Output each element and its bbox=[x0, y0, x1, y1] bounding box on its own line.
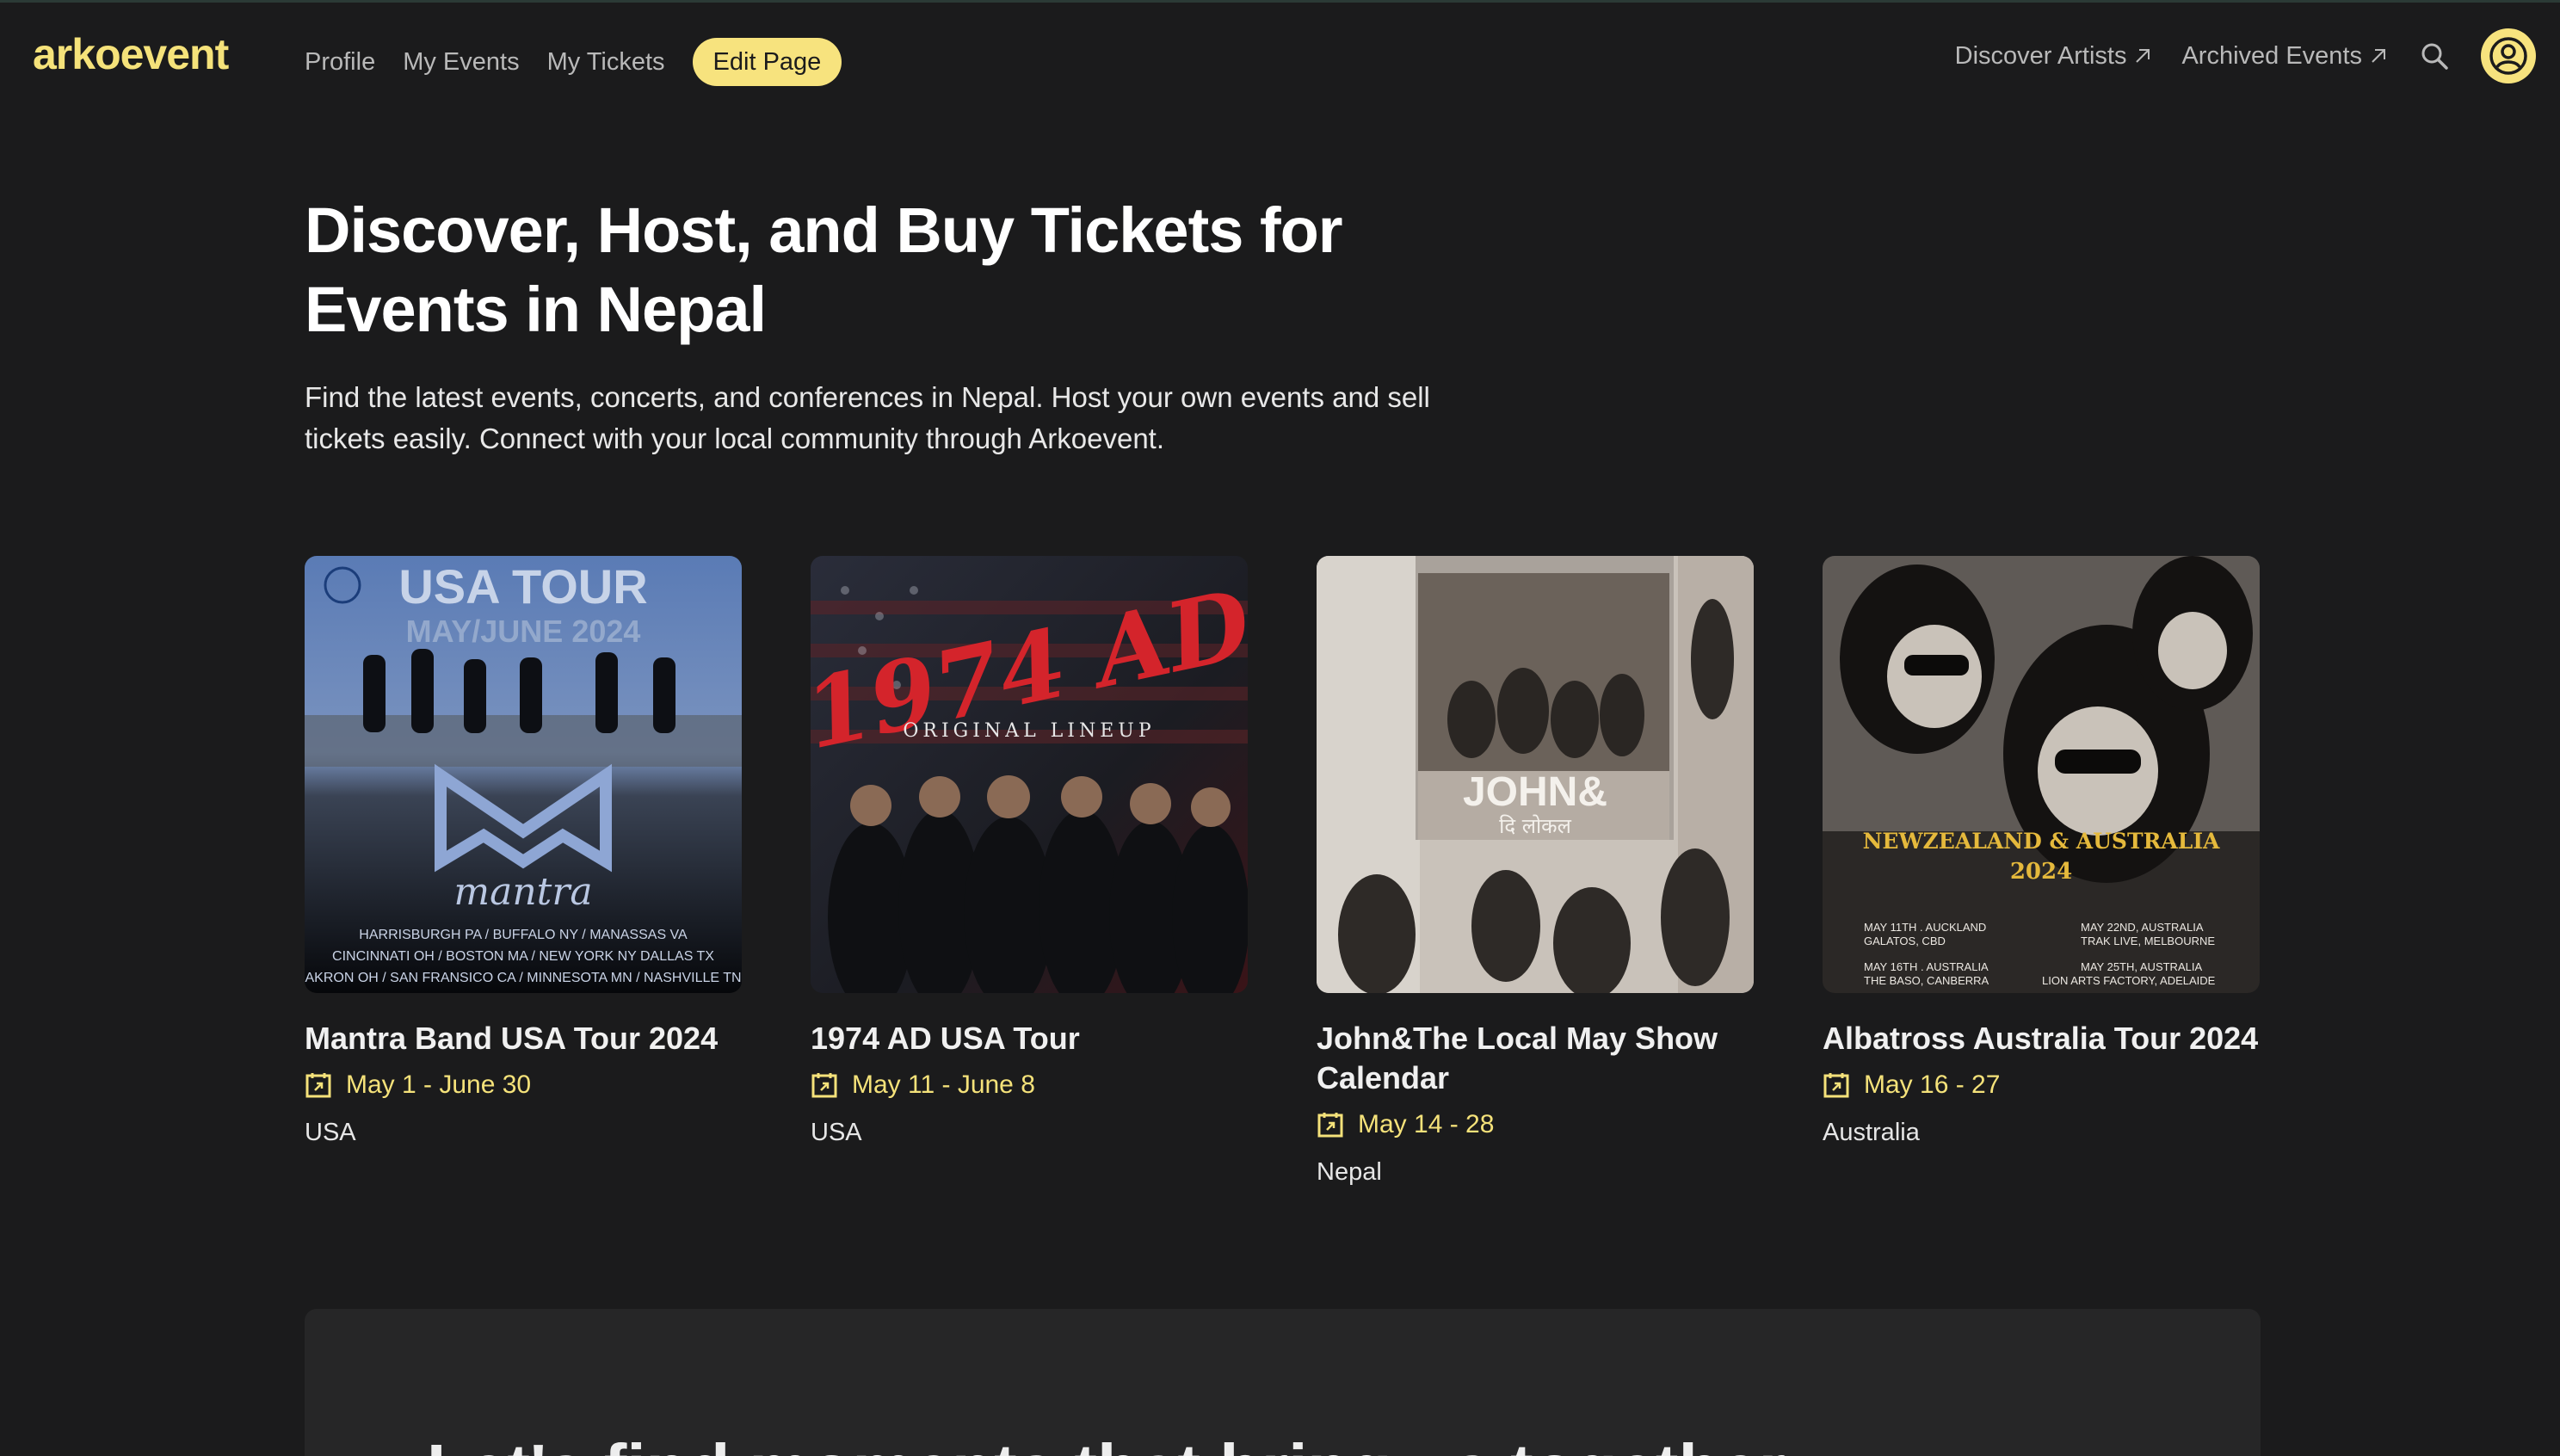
logo[interactable]: arkoevent bbox=[33, 29, 229, 79]
poster-date-line: TRAK LIVE, MELBOURNE bbox=[2081, 935, 2215, 947]
event-date: May 11 - June 8 bbox=[811, 1070, 1248, 1100]
poster-date-line: MAY 11TH . AUCKLAND bbox=[1864, 921, 1986, 934]
calendar-icon bbox=[1317, 1113, 1343, 1138]
calendar-icon bbox=[305, 1073, 331, 1098]
search-icon bbox=[2421, 43, 2448, 70]
event-date-text: May 11 - June 8 bbox=[852, 1070, 1035, 1099]
event-title: Albatross Australia Tour 2024 bbox=[1823, 1021, 2259, 1056]
poster-date-line: LION ARTS FACTORY, ADELAIDE bbox=[2042, 974, 2216, 987]
event-date-text: May 16 - 27 bbox=[1864, 1070, 2001, 1099]
poster-heading: USA TOUR bbox=[398, 559, 647, 614]
event-poster: JOHN& दि लोकल bbox=[1317, 556, 1754, 993]
event-date-text: May 14 - 28 bbox=[1358, 1110, 1495, 1138]
community-panel: Let's find moments that bring us togethe… bbox=[305, 1309, 2261, 1456]
page-subtitle: Find the latest events, concerts, and co… bbox=[305, 381, 1430, 454]
poster-date-line: MAY 16TH . AUSTRALIA bbox=[1864, 960, 1989, 973]
top-navigation: arkoevent Profile My Events My Tickets E… bbox=[0, 0, 2560, 114]
user-avatar-button[interactable] bbox=[2481, 28, 2536, 83]
nav-link-profile[interactable]: Profile bbox=[305, 48, 375, 77]
page-title: Discover, Host, and Buy Tickets for Even… bbox=[305, 194, 1343, 345]
event-poster: NEWZEALAND & AUSTRALIA 2024 MAY 11TH . A… bbox=[1823, 556, 2260, 993]
poster-cities-line: AKRON OH / SAN FRANSICO CA / MINNESOTA M… bbox=[305, 971, 741, 985]
event-card-mantra[interactable]: USA TOUR MAY/JUNE 2024 mantra HARRISBURG… bbox=[305, 556, 742, 1187]
event-title: Mantra Band USA Tour 2024 bbox=[305, 1021, 719, 1056]
event-date: May 1 - June 30 bbox=[305, 1070, 742, 1100]
poster-subheading: MAY/JUNE 2024 bbox=[406, 614, 641, 649]
event-location: Australia bbox=[1823, 1119, 1920, 1146]
nav-link-my-tickets[interactable]: My Tickets bbox=[547, 48, 665, 77]
edit-page-button[interactable]: Edit Page bbox=[692, 38, 842, 86]
event-card-1974ad[interactable]: 1974 AD ORIGINAL LINEUP 1974 AD USA Tour… bbox=[811, 556, 1248, 1187]
discover-artists-link[interactable]: Discover Artists bbox=[1955, 42, 2153, 71]
arrow-up-right-icon bbox=[2136, 49, 2150, 63]
calendar-icon bbox=[1823, 1073, 1849, 1098]
event-location: USA bbox=[305, 1119, 356, 1146]
event-card-albatross[interactable]: NEWZEALAND & AUSTRALIA 2024 MAY 11TH . A… bbox=[1823, 556, 2260, 1187]
poster-date-line: MAY 25TH, AUSTRALIA bbox=[2081, 960, 2202, 973]
search-button[interactable] bbox=[2417, 39, 2452, 73]
albatross-poster-image: NEWZEALAND & AUSTRALIA 2024 MAY 11TH . A… bbox=[1823, 556, 2260, 993]
secondary-nav: Discover Artists Archived Events bbox=[1955, 28, 2536, 84]
event-poster: 1974 AD ORIGINAL LINEUP bbox=[811, 556, 1248, 993]
1974ad-poster-image: 1974 AD ORIGINAL LINEUP bbox=[811, 556, 1248, 993]
discover-artists-label: Discover Artists bbox=[1954, 41, 2127, 70]
archived-events-link[interactable]: Archived Events bbox=[2181, 42, 2388, 71]
event-date: May 14 - 28 bbox=[1317, 1110, 1754, 1139]
archived-events-label: Archived Events bbox=[2181, 41, 2362, 70]
poster-heading: JOHN& bbox=[1463, 769, 1607, 815]
poster-date-line: GALATOS, CBD bbox=[1864, 935, 1946, 947]
poster-subheading: ORIGINAL LINEUP bbox=[903, 720, 1155, 742]
mantra-poster-image: USA TOUR MAY/JUNE 2024 mantra HARRISBURG… bbox=[305, 556, 742, 993]
event-location: USA bbox=[811, 1119, 862, 1146]
event-poster: USA TOUR MAY/JUNE 2024 mantra HARRISBURG… bbox=[305, 556, 742, 993]
user-icon bbox=[2489, 37, 2527, 75]
event-card-list: USA TOUR MAY/JUNE 2024 mantra HARRISBURG… bbox=[305, 556, 2260, 1187]
john-the-local-poster-image: JOHN& दि लोकल bbox=[1317, 556, 1754, 993]
event-title: 1974 AD USA Tour bbox=[811, 1021, 1080, 1056]
poster-date-line: THE BASO, CANBERRA bbox=[1864, 974, 1989, 987]
poster-subheading: दि लोकल bbox=[1499, 814, 1572, 838]
poster-subheading: 2024 bbox=[2010, 859, 2072, 885]
event-location: Nepal bbox=[1317, 1158, 1382, 1186]
event-date-text: May 1 - June 30 bbox=[346, 1070, 532, 1099]
poster-heading: NEWZEALAND & AUSTRALIA bbox=[1863, 829, 2220, 854]
community-panel-heading: Let's find moments that bring us togethe… bbox=[427, 1429, 1786, 1456]
arrow-up-right-icon bbox=[2372, 49, 2385, 63]
primary-nav: Profile My Events My Tickets Edit Page bbox=[305, 38, 842, 86]
poster-date-line: MAY 22ND, AUSTRALIA bbox=[2081, 921, 2204, 934]
event-title: John&The Local May Show Calendar bbox=[1317, 1021, 1718, 1095]
poster-cities-line: CINCINNATI OH / BOSTON MA / NEW YORK NY … bbox=[332, 949, 714, 964]
nav-link-my-events[interactable]: My Events bbox=[403, 48, 519, 77]
event-card-john-and-the-local[interactable]: JOHN& दि लोकल John&The Local May Show Ca… bbox=[1317, 556, 1754, 1187]
poster-cities-line: HARRISBURGH PA / BUFFALO NY / MANASSAS V… bbox=[359, 928, 688, 942]
calendar-icon bbox=[811, 1073, 837, 1098]
poster-band-name: mantra bbox=[453, 870, 592, 914]
event-date: May 16 - 27 bbox=[1823, 1070, 2260, 1100]
